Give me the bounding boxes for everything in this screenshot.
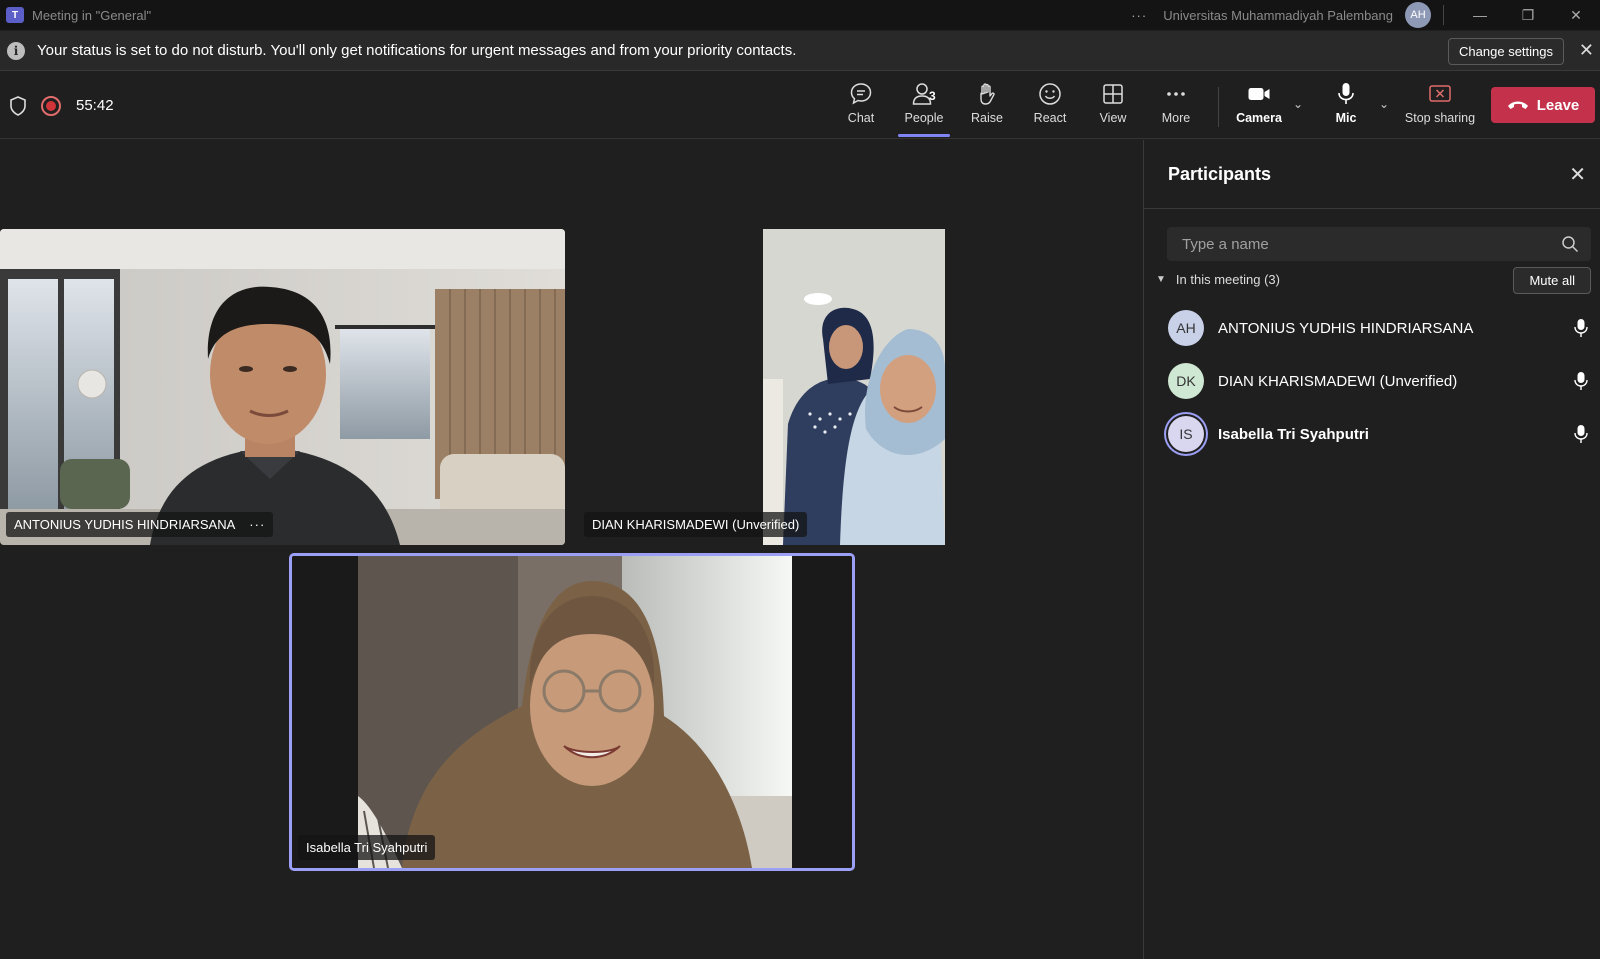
participant-search-input[interactable] (1167, 227, 1591, 261)
video-feed-antonius (0, 229, 565, 545)
microphone-icon (1574, 371, 1588, 396)
window-title: Meeting in "General" (32, 7, 152, 23)
participant-name: ANTONIUS YUDHIS HINDRIARSANA (1218, 319, 1474, 337)
toolbar-divider (1218, 87, 1219, 127)
banner-close-icon[interactable]: ✕ (1579, 40, 1594, 61)
tile-participant-name: DIAN KHARISMADEWI (Unverified) (592, 517, 800, 532)
minimize-button[interactable]: — (1456, 0, 1504, 30)
more-label: More (1161, 111, 1191, 125)
video-tile-antonius[interactable]: ANTONIUS YUDHIS HINDRIARSANA ··· (0, 229, 565, 545)
more-dots-icon (1167, 92, 1185, 96)
info-icon: i (7, 41, 25, 60)
participant-row[interactable]: AH ANTONIUS YUDHIS HINDRIARSANA (1168, 308, 1588, 348)
smiley-icon (1039, 83, 1061, 105)
chat-icon (850, 83, 872, 105)
participant-name: DIAN KHARISMADEWI (Unverified) (1218, 372, 1458, 390)
avatar: AH (1168, 310, 1204, 346)
video-feed-dian (578, 229, 945, 545)
window-titlebar: T Meeting in "General" ··· Universitas M… (0, 0, 1600, 30)
meeting-timer: 55:42 (76, 97, 114, 114)
microphone-icon (1338, 83, 1354, 104)
camera-button[interactable]: Camera (1229, 81, 1289, 131)
avatar: IS (1168, 416, 1204, 452)
in-meeting-section-toggle[interactable]: ▼ In this meeting (3) (1156, 272, 1280, 287)
participant-row[interactable]: DK DIAN KHARISMADEWI (Unverified) (1168, 361, 1588, 401)
participants-panel: Participants ✕ ▼ In this meeting (3) Mut… (1143, 140, 1600, 959)
shield-icon (9, 96, 27, 121)
camera-icon (1248, 88, 1270, 100)
video-feed-isabella (292, 556, 852, 868)
stop-sharing-label: Stop sharing (1404, 111, 1476, 125)
hang-up-icon (1507, 101, 1528, 109)
tile-participant-name: ANTONIUS YUDHIS HINDRIARSANA (14, 517, 236, 532)
change-settings-button[interactable]: Change settings (1448, 38, 1564, 65)
raise-label: Raise (971, 111, 1003, 125)
react-button[interactable]: React (1020, 81, 1080, 131)
mic-button[interactable]: Mic (1316, 81, 1376, 131)
participant-search (1167, 227, 1591, 261)
microphone-icon (1574, 318, 1588, 343)
view-label: View (1099, 111, 1127, 125)
banner-message: Your status is set to do not disturb. Yo… (37, 42, 797, 59)
dnd-notification-banner: i Your status is set to do not disturb. … (0, 31, 1600, 71)
video-tile-isabella[interactable]: Isabella Tri Syahputri (289, 553, 855, 871)
people-button[interactable]: 3 People (894, 81, 954, 137)
participant-name: Isabella Tri Syahputri (1218, 425, 1369, 443)
panel-close-icon[interactable]: ✕ (1569, 162, 1586, 187)
mute-all-button[interactable]: Mute all (1513, 267, 1591, 294)
panel-title: Participants (1168, 164, 1272, 184)
tile-name-label: DIAN KHARISMADEWI (Unverified) (584, 512, 808, 537)
account-avatar[interactable]: AH (1405, 2, 1431, 28)
more-actions-button[interactable]: More (1146, 81, 1206, 131)
video-tile-dian[interactable]: DIAN KHARISMADEWI (Unverified) (578, 229, 945, 545)
search-icon[interactable] (1561, 235, 1579, 258)
react-label: React (1033, 111, 1067, 125)
avatar: DK (1168, 363, 1204, 399)
leave-button[interactable]: Leave (1491, 87, 1595, 123)
video-stage: ANTONIUS YUDHIS HINDRIARSANA ··· DIAN KH… (0, 140, 1143, 959)
leave-label: Leave (1536, 96, 1580, 114)
chat-label: Chat (847, 111, 875, 125)
mic-options-chevron-icon[interactable]: ⌄ (1379, 97, 1389, 111)
mic-label: Mic (1335, 111, 1357, 125)
grid-view-icon (1103, 84, 1123, 104)
tile-more-options-icon[interactable]: ··· (249, 517, 265, 532)
recording-icon (41, 96, 61, 116)
people-label: People (904, 111, 944, 125)
meeting-toolbar: 55:42 Chat 3 People Raise React View Mor… (0, 71, 1600, 139)
maximize-button[interactable]: ❐ (1504, 0, 1552, 30)
panel-divider (1144, 208, 1600, 209)
people-count-badge: 3 (929, 89, 936, 103)
in-meeting-section-label: In this meeting (3) (1175, 272, 1280, 287)
tile-participant-name: Isabella Tri Syahputri (306, 840, 428, 855)
camera-options-chevron-icon[interactable]: ⌄ (1293, 97, 1303, 111)
chevron-down-icon: ▼ (1156, 274, 1166, 285)
view-button[interactable]: View (1083, 81, 1143, 131)
tile-name-label: ANTONIUS YUDHIS HINDRIARSANA ··· (6, 512, 274, 537)
participant-row[interactable]: IS Isabella Tri Syahputri (1168, 414, 1588, 454)
chat-button[interactable]: Chat (831, 81, 891, 131)
organization-name: Universitas Muhammadiyah Palembang (1163, 7, 1393, 23)
stop-sharing-button[interactable]: Stop sharing (1400, 81, 1480, 131)
hand-icon (980, 83, 995, 105)
titlebar-divider (1443, 5, 1444, 25)
microphone-icon (1574, 424, 1588, 449)
titlebar-more-icon[interactable]: ··· (1131, 8, 1147, 23)
camera-label: Camera (1236, 111, 1282, 125)
teams-app-icon: T (6, 7, 24, 23)
tile-name-label: Isabella Tri Syahputri (298, 835, 436, 860)
raise-hand-button[interactable]: Raise (957, 81, 1017, 131)
close-window-button[interactable]: ✕ (1552, 0, 1600, 30)
stop-sharing-icon (1429, 85, 1451, 102)
